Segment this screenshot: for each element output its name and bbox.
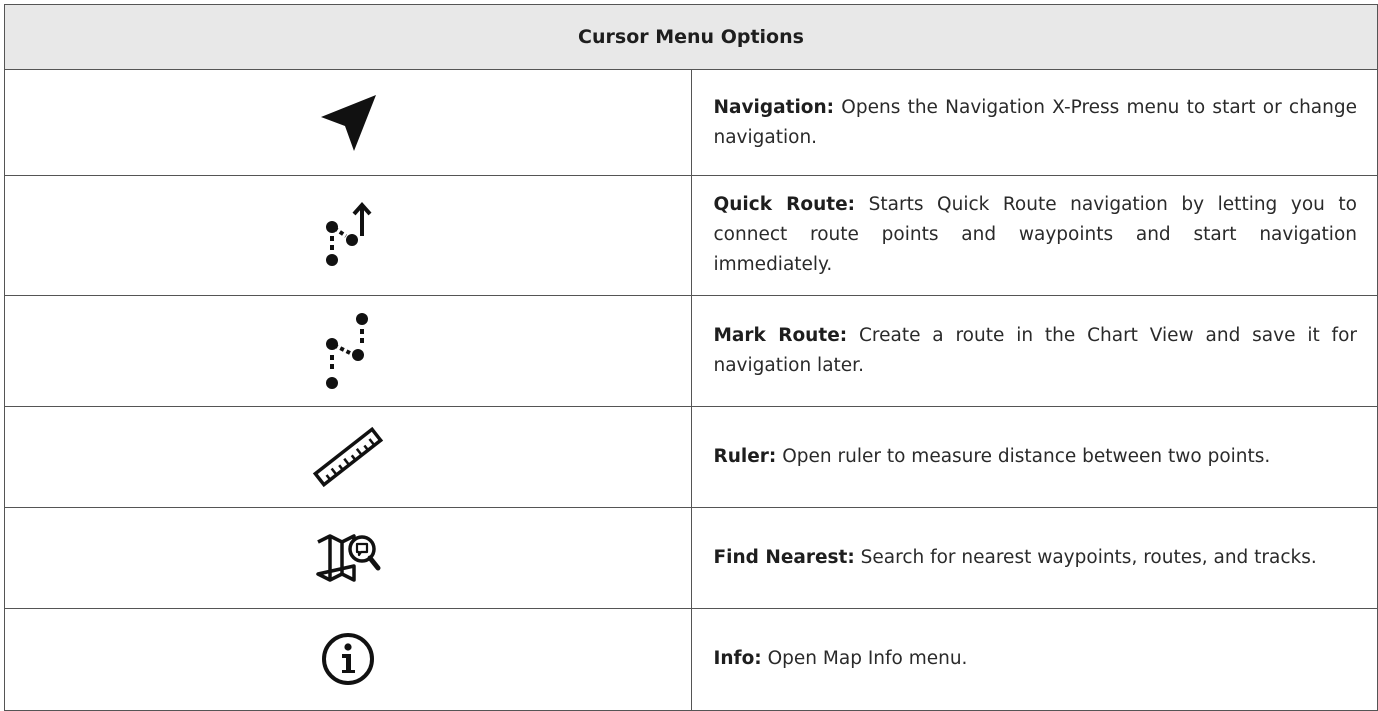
option-description: Open ruler to measure distance between t… (776, 446, 1271, 468)
table-row: Info: Open Map Info menu. (4, 607, 1378, 711)
table-row: Ruler: Open ruler to measure distance be… (4, 406, 1378, 509)
description-cell: Info: Open Map Info menu. (690, 607, 1378, 711)
cursor-menu-options-table: Cursor Menu Options Navigation: Opens th… (4, 3, 1378, 711)
navigation-arrow-icon (5, 93, 691, 153)
option-term: Navigation: (713, 96, 835, 118)
description-cell: Navigation: Opens the Navigation X-Press… (690, 69, 1378, 177)
description-cell: Ruler: Open ruler to measure distance be… (690, 406, 1378, 509)
info-icon (5, 631, 691, 687)
find-nearest-map-icon (5, 532, 691, 584)
icon-cell (4, 406, 692, 509)
option-term: Find Nearest: (713, 547, 855, 569)
option-term: Mark Route: (713, 324, 848, 346)
icon-cell (4, 175, 692, 296)
icon-cell (4, 294, 692, 408)
table-row: Mark Route: Create a route in the Chart … (4, 294, 1378, 408)
description-cell: Find Nearest: Search for nearest waypoin… (690, 507, 1378, 609)
icon-cell (4, 507, 692, 609)
table-row: Navigation: Opens the Navigation X-Press… (4, 69, 1378, 177)
quick-route-icon (5, 202, 691, 268)
description-cell: Quick Route: Starts Quick Route navigati… (690, 175, 1378, 296)
table-row: Find Nearest: Search for nearest waypoin… (4, 507, 1378, 609)
description-cell: Mark Route: Create a route in the Chart … (690, 294, 1378, 408)
table-header: Cursor Menu Options (4, 3, 1378, 71)
icon-cell (4, 69, 692, 177)
option-term: Info: (713, 648, 762, 670)
option-term: Ruler: (713, 446, 777, 468)
option-description: Search for nearest waypoints, routes, an… (854, 547, 1317, 569)
option-term: Quick Route: (713, 194, 856, 216)
table-row: Quick Route: Starts Quick Route navigati… (4, 175, 1378, 296)
ruler-icon (5, 426, 691, 488)
icon-cell (4, 607, 692, 711)
option-description: Open Map Info menu. (761, 648, 968, 670)
mark-route-icon (5, 311, 691, 391)
